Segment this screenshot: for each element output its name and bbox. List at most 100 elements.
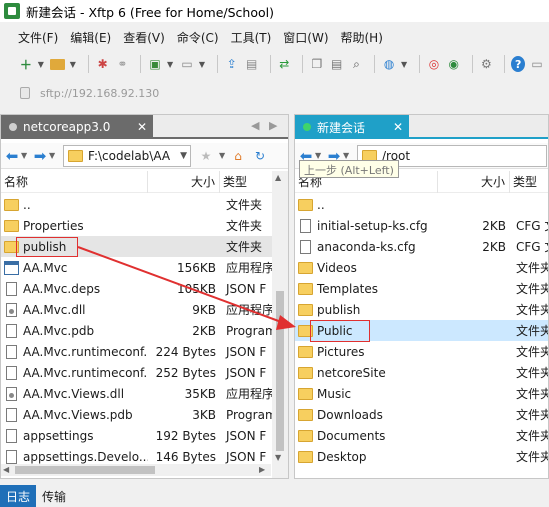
menu-command[interactable]: 命令(C)	[171, 29, 225, 46]
gear-icon[interactable]: ⚙	[479, 55, 495, 73]
chevron-down-icon[interactable]: ▼	[219, 151, 229, 160]
chevron-down-icon[interactable]: ▼	[21, 151, 31, 160]
table-row[interactable]: AA.Mvc.pdb 2KB Program	[1, 320, 288, 341]
chevron-down-icon[interactable]: ▼	[49, 151, 59, 160]
chevron-down-icon[interactable]: ▼	[315, 151, 325, 160]
table-row[interactable]: appsettings 192 Bytes JSON F	[1, 425, 288, 446]
menu-window[interactable]: 窗口(W)	[277, 29, 334, 46]
help-icon[interactable]: ?	[511, 56, 526, 72]
local-horizontal-scrollbar[interactable]: ◀ ▶	[1, 464, 271, 476]
column-size[interactable]: 大小	[148, 170, 220, 193]
home-icon[interactable]: ⌂	[229, 147, 247, 165]
connect-icon[interactable]: ✱	[95, 55, 111, 73]
table-row[interactable]: AA.Mvc.runtimeconf... 252 Bytes JSON F	[1, 362, 288, 383]
find-icon[interactable]: ⌕	[349, 55, 365, 73]
open-folder-icon[interactable]	[50, 55, 66, 73]
copy-icon[interactable]: ❐	[309, 55, 325, 73]
view-icon[interactable]: ▭	[179, 55, 195, 73]
file-size: 146 Bytes	[155, 449, 216, 464]
chevron-down-icon[interactable]: ▼	[180, 151, 187, 161]
local-path-input[interactable]: F:\codelab\AA ▼	[63, 144, 191, 167]
chevron-down-icon[interactable]: ▼	[38, 60, 44, 69]
xftp-app-icon	[4, 3, 20, 19]
column-type[interactable]: 类型	[510, 171, 548, 193]
xftp-icon[interactable]: ◉	[446, 55, 462, 73]
file-name: appsettings	[23, 428, 94, 443]
download-icon[interactable]: ▤	[244, 55, 260, 73]
table-row[interactable]: AA.Mvc.Views.dll 35KB 应用程序	[1, 383, 288, 404]
file-type: 文件夹	[516, 387, 549, 401]
file-name: AA.Mvc.pdb	[23, 323, 95, 338]
chevron-down-icon[interactable]: ▼	[199, 60, 205, 69]
tab-log[interactable]: 日志	[0, 485, 37, 507]
table-row[interactable]: publish 文件夹	[295, 299, 548, 320]
xshell-icon[interactable]: ◎	[426, 55, 442, 73]
upload-icon[interactable]: ⇪	[224, 55, 240, 73]
table-row[interactable]: Public 文件夹	[295, 320, 548, 341]
local-nav-bar: ⬅ ▼ ➡ ▼ F:\codelab\AA ▼ ★ ▼ ⌂ ↻	[1, 143, 288, 169]
scroll-up-icon[interactable]: ▲	[275, 173, 281, 182]
back-arrow-icon[interactable]: ⬅	[3, 147, 21, 165]
file-size: 252 Bytes	[155, 365, 216, 380]
scroll-down-icon[interactable]: ▼	[275, 453, 281, 462]
menu-tools[interactable]: 工具(T)	[225, 29, 278, 46]
paste-icon[interactable]: ▤	[329, 55, 345, 73]
menu-view[interactable]: 查看(V)	[117, 29, 171, 46]
tab-local-netcoreapp[interactable]: netcoreapp3.0 ✕	[1, 115, 153, 139]
local-vertical-scrollbar[interactable]: ▲ ▼	[272, 171, 288, 478]
table-row[interactable]: AA.Mvc.Views.pdb 3KB Program	[1, 404, 288, 425]
scroll-thumb[interactable]	[15, 466, 155, 474]
column-size[interactable]: 大小	[438, 170, 510, 193]
sync-icon[interactable]: ⇄	[276, 55, 292, 73]
close-icon[interactable]: ✕	[137, 120, 147, 134]
table-row[interactable]: .. 文件夹	[1, 194, 288, 215]
table-row[interactable]: AA.Mvc.deps 105KB JSON F	[1, 278, 288, 299]
properties-icon[interactable]: ▣	[147, 55, 163, 73]
file-name: Documents	[317, 428, 386, 443]
disconnect-icon[interactable]: ⚭	[115, 55, 131, 73]
scroll-right-icon[interactable]: ▶	[259, 465, 265, 474]
column-name[interactable]: 名称	[1, 170, 148, 193]
tab-scroll-left-icon[interactable]: ◀	[251, 119, 259, 132]
menu-edit[interactable]: 编辑(E)	[64, 29, 117, 46]
table-row[interactable]: AA.Mvc 156KB 应用程序	[1, 257, 288, 278]
table-row[interactable]: Music 文件夹	[295, 383, 548, 404]
local-column-header: 名称 大小 类型	[1, 170, 288, 193]
table-row[interactable]: ..	[295, 194, 548, 215]
table-row[interactable]: Templates 文件夹	[295, 278, 548, 299]
table-row[interactable]: AA.Mvc.runtimeconf... 224 Bytes JSON F	[1, 341, 288, 362]
forward-arrow-icon[interactable]: ➡	[31, 147, 49, 165]
tab-remote-new-session[interactable]: 新建会话 ✕	[295, 115, 409, 139]
address-input[interactable]: sftp://192.168.92.130	[40, 87, 159, 100]
bookmark-star-icon[interactable]: ★	[197, 147, 215, 165]
tab-transfer[interactable]: 传输	[36, 485, 72, 507]
menu-file[interactable]: 文件(F)	[12, 29, 64, 46]
table-row[interactable]: Downloads 文件夹	[295, 404, 548, 425]
tab-scroll-right-icon[interactable]: ▶	[269, 119, 277, 132]
close-icon[interactable]: ✕	[393, 120, 403, 134]
chevron-down-icon[interactable]: ▼	[343, 151, 353, 160]
scroll-thumb[interactable]	[276, 291, 284, 451]
globe-icon[interactable]: ◍	[381, 55, 397, 73]
table-row[interactable]: initial-setup-ks.cfg 2KB CFG 文	[295, 215, 548, 236]
menu-help[interactable]: 帮助(H)	[335, 29, 389, 46]
table-row[interactable]: Videos 文件夹	[295, 257, 548, 278]
chevron-down-icon[interactable]: ▼	[70, 60, 76, 69]
table-row[interactable]: Desktop 文件夹	[295, 446, 548, 467]
table-row[interactable]: Documents 文件夹	[295, 425, 548, 446]
file-icon	[6, 323, 17, 338]
chevron-down-icon[interactable]: ▼	[401, 60, 407, 69]
table-row[interactable]: publish 文件夹	[1, 236, 288, 257]
table-row[interactable]: netcoreSite 文件夹	[295, 362, 548, 383]
file-size: 156KB	[176, 260, 216, 275]
table-row[interactable]: Pictures 文件夹	[295, 341, 548, 362]
table-row[interactable]: AA.Mvc.dll 9KB 应用程序	[1, 299, 288, 320]
new-session-icon[interactable]: ＋	[18, 55, 34, 73]
refresh-icon[interactable]: ↻	[251, 147, 269, 165]
chat-icon[interactable]: ▭	[529, 55, 545, 73]
scroll-left-icon[interactable]: ◀	[3, 465, 9, 474]
file-size: 192 Bytes	[155, 428, 216, 443]
table-row[interactable]: Properties 文件夹	[1, 215, 288, 236]
chevron-down-icon[interactable]: ▼	[167, 60, 173, 69]
table-row[interactable]: anaconda-ks.cfg 2KB CFG 文	[295, 236, 548, 257]
